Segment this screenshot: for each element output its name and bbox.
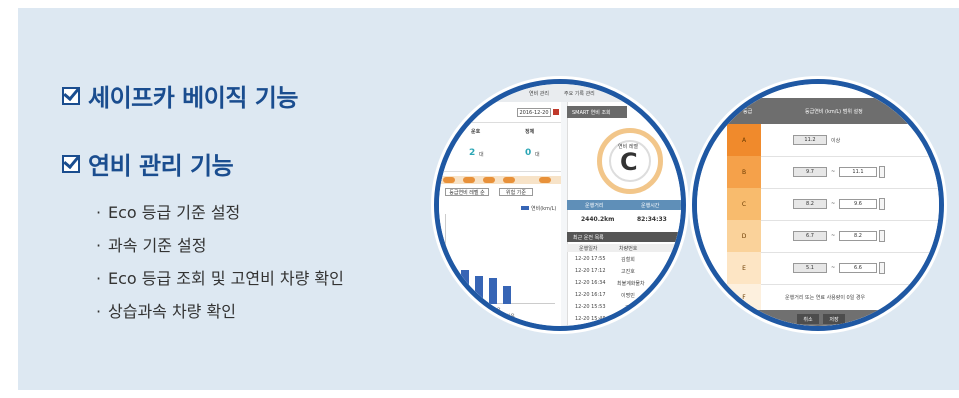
heading-basic: 세이프카 베이직 기능	[62, 78, 298, 113]
list-item: · Eco 등급 조회 및 고연비 차량 확인	[96, 269, 344, 288]
grade-e-max-input[interactable]: 6.6	[839, 263, 877, 273]
dashboard-zoom: 연비 관리 주요 기록 관리 2016-12-20 운호 정체 2 대 0 대 …	[434, 79, 686, 331]
time-value: 82:34:33	[637, 216, 667, 223]
grade-cell-b: B	[727, 156, 761, 188]
grade-cell-d: D	[727, 220, 761, 252]
spinner-icon[interactable]	[879, 198, 885, 210]
grade-b-max-input[interactable]: 11.1	[839, 167, 877, 177]
settings-title: 등급연비 (km/L) 범위 설정	[805, 109, 863, 115]
filter-select-2[interactable]: 위험 기준	[499, 188, 533, 196]
grade-a-min-input[interactable]: 11.2	[793, 135, 827, 145]
grade-c-min-input[interactable]: 8.2	[793, 199, 827, 209]
list-item: · 과속 기준 설정	[96, 236, 207, 255]
chart-bar	[475, 276, 483, 304]
grade-d-max-input[interactable]: 8.2	[839, 231, 877, 241]
checkbox-icon	[62, 86, 80, 105]
grade-b-min-input[interactable]: 9.7	[793, 167, 827, 177]
grade-c-max-input[interactable]: 9.6	[839, 199, 877, 209]
grade-settings-zoom: 등급 등급연비 (km/L) 범위 설정 A B C D E F 11.2 이상…	[692, 79, 944, 331]
tab-records[interactable]: 주요 기록 관리	[564, 90, 595, 97]
spinner-icon[interactable]	[879, 230, 885, 242]
distance-value: 2440.2km	[581, 216, 615, 223]
spinner-icon[interactable]	[879, 262, 885, 274]
filter-select[interactable]: 등급연비 레벨 순	[445, 188, 489, 196]
checkbox-icon	[62, 154, 80, 173]
table-row[interactable]: 12-20 16:34	[575, 280, 606, 286]
legend-swatch	[521, 206, 529, 210]
grade-cell-c: C	[727, 188, 761, 220]
chart-bar	[503, 286, 511, 304]
stat-value: 2	[469, 148, 476, 158]
heading-fuel: 연비 관리 기능	[62, 146, 234, 181]
cancel-button[interactable]: 취소	[797, 314, 819, 324]
date-input[interactable]: 2016-12-20	[517, 108, 551, 117]
table-row[interactable]: 12-20 17:12	[575, 268, 606, 274]
stat-value: 0	[525, 148, 532, 158]
grade-f-note: 운행거리 또는 연료 사용량이 0일 경우	[785, 295, 866, 301]
table-row[interactable]: 12-20 15:53	[575, 304, 606, 310]
list-item: · Eco 등급 기준 설정	[96, 203, 241, 222]
table-row[interactable]: 12-20 15:48	[575, 316, 606, 322]
chart-bar	[461, 270, 469, 304]
grade-value: C	[620, 148, 638, 176]
grade-cell-f: F	[727, 284, 761, 310]
calendar-icon[interactable]	[553, 109, 559, 115]
stat-label: 정체	[525, 129, 535, 135]
list-title: 최근 운전 목록	[573, 235, 604, 241]
table-row[interactable]: 12-20 16:17	[575, 292, 606, 298]
grade-cell-e: E	[727, 252, 761, 284]
grade-e-min-input[interactable]: 5.1	[793, 263, 827, 273]
heading-basic-label: 세이프카 베이직 기능	[88, 84, 298, 112]
chart-tick-label: 칭찬운	[501, 314, 515, 320]
stat-label: 운호	[471, 129, 481, 135]
chart-bar	[489, 278, 497, 304]
feature-list: · Eco 등급 기준 설정 · 과속 기준 설정 · Eco 등급 조회 및 고연비…	[96, 201, 344, 333]
spinner-icon[interactable]	[879, 166, 885, 178]
table-row[interactable]: 12-20 17:55	[575, 256, 606, 262]
grade-d-min-input[interactable]: 6.7	[793, 231, 827, 241]
heading-fuel-label: 연비 관리 기능	[88, 152, 234, 180]
legend-label: 연비(km/L)	[531, 206, 557, 212]
grade-cell-a: A	[727, 124, 761, 156]
list-item: · 상습과속 차량 확인	[96, 302, 236, 321]
smart-title: SMART 연비 조회	[572, 110, 611, 116]
tab-fuel[interactable]: 연비 관리	[529, 90, 549, 97]
save-button[interactable]: 저장	[823, 314, 845, 324]
chart-tick-label: 일반운	[487, 308, 501, 314]
